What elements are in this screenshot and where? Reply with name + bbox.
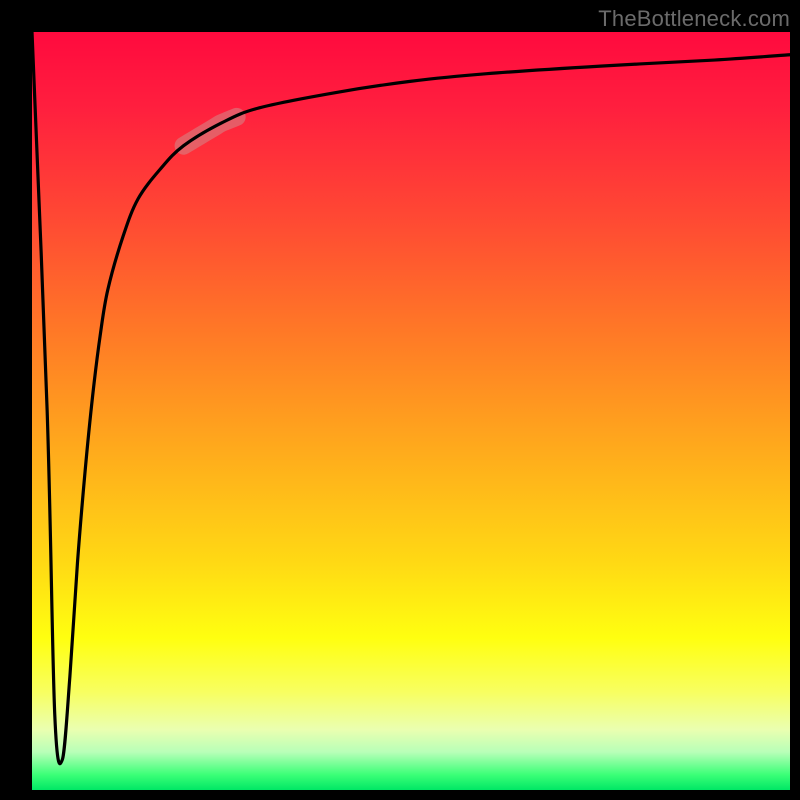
curve-svg (32, 32, 790, 790)
plot-area (32, 32, 790, 790)
attribution-label: TheBottleneck.com (598, 6, 790, 32)
chart-frame: TheBottleneck.com (0, 0, 800, 800)
main-curve (32, 32, 790, 764)
